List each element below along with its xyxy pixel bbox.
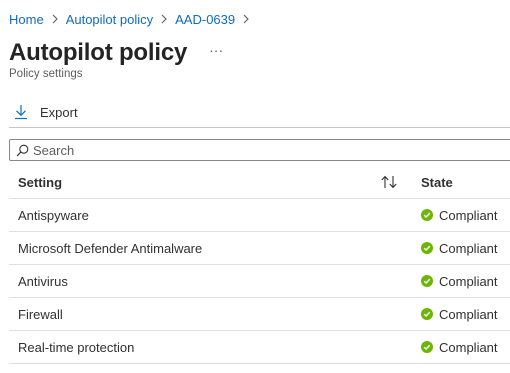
setting-cell: Real-time protection: [18, 339, 135, 355]
setting-cell: Firewall: [18, 306, 63, 322]
table-row[interactable]: Microsoft Defender Antimalware Compliant: [9, 232, 510, 265]
checkmark-circle-icon: [421, 209, 433, 221]
table-row[interactable]: Antispyware Compliant: [9, 199, 510, 232]
breadcrumb: Home Autopilot policy AAD-0639: [9, 10, 257, 28]
settings-table: Setting State Antispyware Compliant Micr…: [9, 166, 510, 364]
state-cell: Compliant: [412, 340, 510, 355]
state-cell: Compliant: [412, 208, 510, 223]
breadcrumb-autopilot-policy[interactable]: Autopilot policy: [66, 12, 153, 27]
setting-cell: Antivirus: [18, 273, 68, 289]
state-label: Compliant: [439, 273, 498, 289]
state-label: Compliant: [439, 240, 498, 256]
table-row[interactable]: Firewall Compliant: [9, 298, 510, 331]
checkmark-circle-icon: [421, 275, 433, 287]
state-label: Compliant: [439, 339, 498, 355]
state-label: Compliant: [439, 306, 498, 322]
state-cell: Compliant: [412, 241, 510, 256]
more-options-button[interactable]: ···: [209, 43, 223, 57]
state-label: Compliant: [439, 207, 498, 223]
chevron-right-icon: [161, 14, 167, 24]
column-header-state[interactable]: State: [412, 175, 510, 190]
state-cell: Compliant: [412, 307, 510, 322]
search-input[interactable]: [33, 142, 473, 158]
breadcrumb-home[interactable]: Home: [9, 12, 44, 27]
page-title: Autopilot policy: [9, 39, 188, 66]
setting-cell: Microsoft Defender Antimalware: [18, 240, 203, 256]
breadcrumb-device[interactable]: AAD-0639: [175, 12, 235, 27]
column-header-setting[interactable]: Setting: [9, 175, 412, 190]
column-header-setting-label: Setting: [18, 174, 63, 190]
table-row[interactable]: Antivirus Compliant: [9, 265, 510, 298]
page-subtitle: Policy settings: [9, 68, 83, 80]
table-header: Setting State: [9, 166, 510, 199]
chevron-right-icon: [52, 14, 58, 24]
setting-cell: Antispyware: [18, 207, 89, 223]
export-label: Export: [40, 104, 78, 120]
chevron-right-icon: [243, 14, 249, 24]
sort-icon[interactable]: [380, 175, 398, 189]
download-icon: [14, 104, 28, 120]
toolbar-divider: [9, 127, 510, 128]
search-box[interactable]: [9, 139, 510, 161]
checkmark-circle-icon: [421, 308, 433, 320]
export-button[interactable]: Export: [14, 101, 78, 123]
table-row[interactable]: Real-time protection Compliant: [9, 331, 510, 364]
search-icon: [16, 144, 29, 157]
state-cell: Compliant: [412, 274, 510, 289]
checkmark-circle-icon: [421, 341, 433, 353]
checkmark-circle-icon: [421, 242, 433, 254]
title-row: Autopilot policy ···: [9, 36, 223, 70]
